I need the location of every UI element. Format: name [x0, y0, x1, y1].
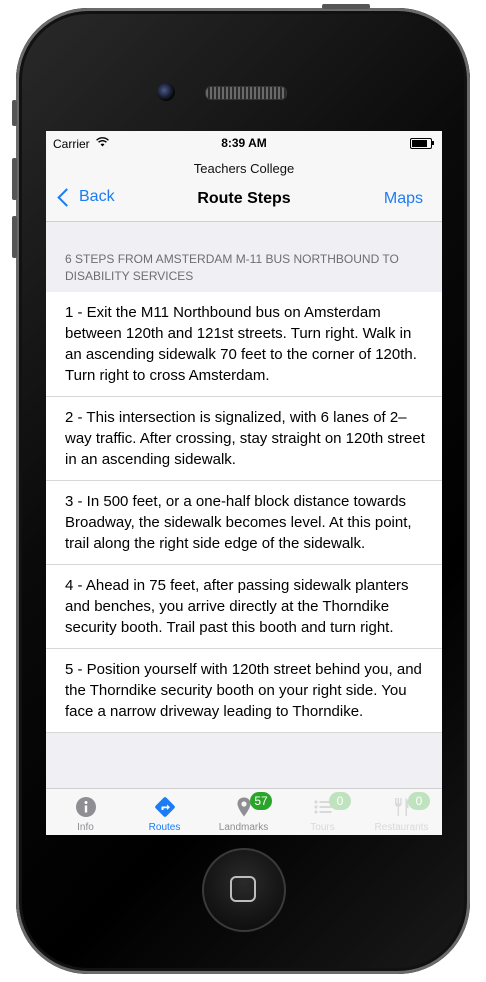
volume-down-button	[12, 216, 17, 258]
steps-list[interactable]: 1 - Exit the M11 Northbound bus on Amste…	[46, 292, 442, 733]
page-title: Route Steps	[197, 190, 291, 207]
home-square-icon	[230, 876, 256, 902]
clock: 8:39 AM	[221, 136, 267, 150]
silent-switch	[12, 100, 17, 126]
status-bar: Carrier 8:39 AM	[46, 131, 442, 155]
step-item-2[interactable]: 2 - This intersection is signalized, wit…	[46, 397, 442, 481]
home-button[interactable]	[202, 848, 286, 932]
step-item-3[interactable]: 3 - In 500 feet, or a one-half block dis…	[46, 481, 442, 565]
tours-badge: 0	[329, 792, 351, 810]
tab-restaurants[interactable]: 0 Restaurants	[362, 789, 441, 835]
routes-icon	[155, 797, 175, 817]
step-item-1[interactable]: 1 - Exit the M11 Northbound bus on Amste…	[46, 292, 442, 397]
tab-info[interactable]: Info	[46, 789, 125, 835]
landmarks-badge: 57	[250, 792, 272, 810]
tab-tours-label: Tours	[310, 822, 335, 833]
power-button	[322, 4, 370, 9]
step-item-4[interactable]: 4 - Ahead in 75 feet, after passing side…	[46, 565, 442, 649]
front-camera	[157, 83, 175, 101]
info-icon	[76, 797, 96, 817]
app-screen: Carrier 8:39 AM Teachers College Back Ro…	[46, 131, 442, 835]
battery-icon	[410, 138, 434, 149]
tab-info-label: Info	[77, 822, 94, 833]
tab-routes-label: Routes	[148, 822, 181, 833]
tab-bar: Info Routes 57 Landmarks 0 Tours 0 Resta…	[46, 788, 442, 835]
step-item-5[interactable]: 5 - Position yourself with 120th street …	[46, 649, 442, 733]
volume-up-button	[12, 158, 17, 200]
restaurants-badge: 0	[408, 792, 430, 810]
maps-button[interactable]: Maps	[384, 190, 423, 208]
earpiece-speaker	[205, 86, 287, 100]
tab-tours[interactable]: 0 Tours	[283, 789, 362, 835]
tab-routes[interactable]: Routes	[125, 789, 204, 835]
section-header: 6 STEPS FROM AMSTERDAM M-11 BUS NORTHBOU…	[65, 252, 399, 283]
tab-restaurants-label: Restaurants	[374, 822, 429, 833]
tab-landmarks-label: Landmarks	[218, 822, 269, 833]
tab-landmarks[interactable]: 57 Landmarks	[204, 789, 283, 835]
nav-subtitle: Teachers College	[193, 161, 295, 176]
navigation-bar: Teachers College Back Route Steps Maps	[46, 155, 442, 222]
